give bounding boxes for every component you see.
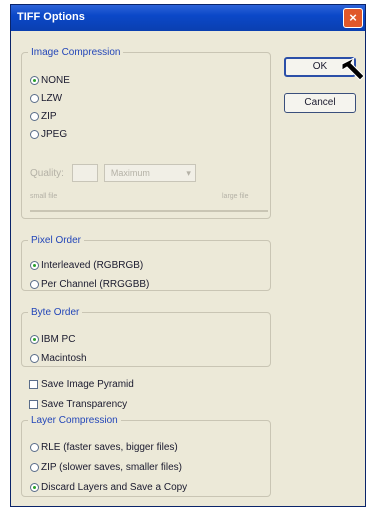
layer-rle-label: RLE (faster saves, bigger files): [41, 441, 178, 453]
pixel-order-per-channel-label: Per Channel (RRGGBB): [41, 278, 150, 290]
close-button[interactable]: ×: [343, 8, 363, 28]
save-transparency-checkbox[interactable]: Save Transparency: [29, 397, 127, 411]
radio-icon: [30, 111, 39, 121]
radio-icon: [30, 93, 39, 103]
close-icon: ×: [349, 10, 357, 25]
image-compression-group: Image Compression NONE LZW ZIP JPEG Qual…: [21, 47, 271, 219]
checkbox-icon: [29, 379, 38, 389]
byte-order-mac-option[interactable]: Macintosh: [30, 351, 87, 365]
pixel-order-per-channel-option[interactable]: Per Channel (RRGGBB): [30, 277, 149, 291]
radio-icon: [30, 442, 39, 452]
compression-none-label: NONE: [41, 74, 70, 86]
chevron-down-icon: ▾: [186, 168, 191, 178]
compression-none-option[interactable]: NONE: [30, 73, 70, 87]
layer-zip-option[interactable]: ZIP (slower saves, smaller files): [30, 460, 182, 474]
title-bar: TIFF Options ×: [11, 5, 365, 31]
pixel-order-group: Pixel Order Interleaved (RGBRGB) Per Cha…: [21, 235, 271, 291]
compression-jpeg-label: JPEG: [41, 128, 68, 140]
byte-order-legend: Byte Order: [31, 307, 80, 318]
jpeg-quality-row: Quality: Maximum ▾: [30, 164, 196, 182]
arrow-cursor-icon: [341, 56, 365, 81]
tiff-options-dialog: TIFF Options × Image Compression NONE LZ…: [10, 4, 366, 507]
byte-order-mac-label: Macintosh: [41, 352, 87, 364]
radio-icon: [30, 260, 39, 270]
layer-rle-option[interactable]: RLE (faster saves, bigger files): [30, 440, 178, 454]
layer-zip-label: ZIP (slower saves, smaller files): [41, 461, 182, 473]
layer-compression-group: Layer Compression RLE (faster saves, big…: [21, 415, 271, 497]
layer-compression-legend: Layer Compression: [31, 415, 118, 426]
byte-order-group: Byte Order IBM PC Macintosh: [21, 307, 271, 367]
save-transparency-label: Save Transparency: [41, 398, 128, 410]
radio-icon: [30, 279, 39, 289]
compression-zip-label: ZIP: [41, 110, 57, 122]
save-image-pyramid-checkbox[interactable]: Save Image Pyramid: [29, 377, 134, 391]
radio-icon: [30, 129, 39, 139]
quality-select[interactable]: Maximum ▾: [103, 164, 196, 182]
pixel-order-interleaved-option[interactable]: Interleaved (RGBRGB): [30, 258, 143, 272]
save-image-pyramid-label: Save Image Pyramid: [41, 378, 134, 390]
quality-select-value: Maximum: [110, 168, 150, 178]
byte-order-ibm-label: IBM PC: [41, 333, 76, 345]
large-file-label: large file: [222, 193, 249, 200]
layer-discard-label: Discard Layers and Save a Copy: [41, 481, 188, 493]
pixel-order-interleaved-label: Interleaved (RGBRGB): [41, 259, 144, 271]
quality-label: Quality:: [30, 167, 64, 179]
quality-slider[interactable]: [30, 210, 268, 212]
radio-icon: [30, 75, 39, 85]
pixel-order-legend: Pixel Order: [31, 235, 82, 246]
compression-lzw-option[interactable]: LZW: [30, 91, 62, 105]
byte-order-ibm-option[interactable]: IBM PC: [30, 332, 75, 346]
radio-icon: [30, 462, 39, 472]
radio-icon: [30, 353, 39, 363]
compression-lzw-label: LZW: [41, 92, 63, 104]
cancel-button[interactable]: Cancel: [284, 93, 356, 113]
small-file-label: small file: [30, 193, 58, 200]
quality-value-input[interactable]: [71, 164, 98, 182]
layer-discard-option[interactable]: Discard Layers and Save a Copy: [30, 480, 187, 494]
compression-zip-option[interactable]: ZIP: [30, 109, 57, 123]
checkbox-icon: [29, 399, 38, 409]
compression-jpeg-option[interactable]: JPEG: [30, 127, 67, 141]
radio-icon: [30, 334, 39, 344]
dialog-title: TIFF Options: [17, 11, 85, 23]
image-compression-legend: Image Compression: [31, 47, 121, 58]
radio-icon: [30, 482, 39, 492]
